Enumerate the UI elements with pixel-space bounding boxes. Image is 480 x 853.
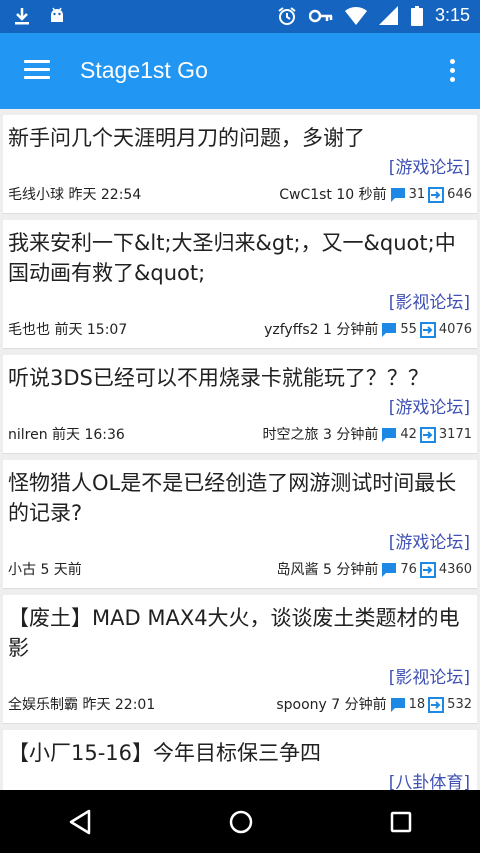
comment-icon bbox=[382, 323, 397, 337]
more-options-icon[interactable] bbox=[450, 59, 456, 86]
thread-list[interactable]: 新手问几个天涯明月刀的问题，多谢了 [游戏论坛] 毛线小球 昨天 22:54 C… bbox=[0, 109, 480, 790]
status-time: 3:15 bbox=[434, 5, 470, 25]
thread-card[interactable]: 【废土】MAD MAX4大火，谈谈废土类题材的电影 [影视论坛] 全娱乐制霸 昨… bbox=[3, 595, 477, 724]
reply-count: 42 bbox=[400, 427, 417, 442]
thread-meta: 小古 5 天前 岛风酱 5 分钟前 76 4360 bbox=[8, 560, 472, 588]
android-icon bbox=[51, 7, 63, 22]
battery-icon bbox=[410, 5, 423, 26]
download-icon bbox=[15, 8, 29, 25]
thread-card[interactable]: 新手问几个天涯明月刀的问题，多谢了 [游戏论坛] 毛线小球 昨天 22:54 C… bbox=[3, 115, 477, 214]
view-count: 3171 bbox=[438, 427, 472, 442]
thread-forum: [游戏论坛] bbox=[388, 158, 470, 178]
view-count: 4076 bbox=[438, 322, 472, 337]
thread-forum: [影视论坛] bbox=[388, 668, 470, 688]
view-icon bbox=[419, 427, 436, 443]
reply-count: 18 bbox=[408, 697, 426, 712]
thread-last-reply: CwC1st 10 秒前 bbox=[279, 187, 387, 203]
menu-icon[interactable] bbox=[24, 60, 50, 80]
comment-icon bbox=[390, 698, 405, 712]
view-icon bbox=[419, 322, 436, 338]
comment-icon bbox=[382, 428, 397, 442]
wifi-icon bbox=[344, 6, 367, 25]
navigation-bar bbox=[0, 790, 480, 853]
thread-card[interactable]: 怪物猎人OL是不是已经创造了网游测试时间最长的记录? [游戏论坛] 小古 5 天… bbox=[3, 460, 477, 589]
thread-meta: 全娱乐制霸 昨天 22:01 spoony 7 分钟前 18 532 bbox=[8, 695, 472, 723]
alarm-icon bbox=[278, 6, 296, 25]
thread-last-reply: yzfyffs2 1 分钟前 bbox=[264, 322, 379, 338]
view-icon bbox=[428, 697, 445, 713]
thread-author-time: nilren 前天 16:36 bbox=[8, 427, 125, 443]
thread-last-reply: 时空之旅 3 分钟前 bbox=[262, 427, 379, 443]
view-icon bbox=[419, 562, 436, 578]
home-icon[interactable] bbox=[228, 809, 254, 835]
thread-meta: nilren 前天 16:36 时空之旅 3 分钟前 42 3171 bbox=[8, 425, 472, 453]
thread-title[interactable]: 新手问几个天涯明月刀的问题，多谢了 bbox=[8, 123, 472, 153]
thread-forum: [八卦体育] bbox=[388, 773, 470, 790]
reply-count: 31 bbox=[408, 187, 426, 202]
view-count: 4360 bbox=[438, 562, 472, 577]
comment-icon bbox=[382, 563, 397, 577]
thread-author-time: 全娱乐制霸 昨天 22:01 bbox=[8, 697, 156, 713]
comment-icon bbox=[390, 188, 405, 202]
thread-meta: 毛线小球 昨天 22:54 CwC1st 10 秒前 31 646 bbox=[8, 185, 472, 213]
thread-title[interactable]: 听说3DS已经可以不用烧录卡就能玩了？？？ bbox=[8, 363, 472, 393]
thread-card[interactable]: 【小厂15-16】今年目标保三争四 [八卦体育] bbox=[3, 730, 477, 790]
view-count: 532 bbox=[447, 697, 472, 712]
thread-card[interactable]: 我来安利一下&lt;大圣归来&gt;，又一&quot;中国动画有救了&quot;… bbox=[3, 220, 477, 349]
thread-last-reply: spoony 7 分钟前 bbox=[276, 697, 387, 713]
thread-last-reply: 岛风酱 5 分钟前 bbox=[276, 562, 379, 578]
thread-forum: [游戏论坛] bbox=[388, 533, 470, 553]
recents-icon[interactable] bbox=[389, 810, 413, 834]
view-icon bbox=[428, 187, 445, 203]
thread-title[interactable]: 怪物猎人OL是不是已经创造了网游测试时间最长的记录? bbox=[8, 468, 472, 528]
thread-author-time: 毛线小球 昨天 22:54 bbox=[8, 187, 142, 203]
reply-count: 55 bbox=[400, 322, 417, 337]
back-icon[interactable] bbox=[67, 808, 93, 836]
reply-count: 76 bbox=[400, 562, 417, 577]
thread-forum: [影视论坛] bbox=[388, 293, 470, 313]
thread-author-time: 毛也也 前天 15:07 bbox=[8, 322, 128, 338]
status-bar: 3:15 bbox=[0, 0, 480, 33]
view-count: 646 bbox=[447, 187, 472, 202]
thread-author-time: 小古 5 天前 bbox=[8, 562, 82, 578]
thread-forum: [游戏论坛] bbox=[388, 398, 470, 418]
vpn-key-icon bbox=[308, 9, 333, 22]
app-title: Stage1st Go bbox=[80, 57, 208, 83]
thread-meta: 毛也也 前天 15:07 yzfyffs2 1 分钟前 55 4076 bbox=[8, 320, 472, 348]
thread-card[interactable]: 听说3DS已经可以不用烧录卡就能玩了？？？ [游戏论坛] nilren 前天 1… bbox=[3, 355, 477, 454]
signal-icon bbox=[378, 5, 398, 25]
app-bar: Stage1st Go bbox=[0, 33, 480, 109]
thread-title[interactable]: 【废土】MAD MAX4大火，谈谈废土类题材的电影 bbox=[8, 603, 472, 663]
thread-title[interactable]: 我来安利一下&lt;大圣归来&gt;，又一&quot;中国动画有救了&quot; bbox=[8, 228, 472, 288]
thread-title[interactable]: 【小厂15-16】今年目标保三争四 bbox=[8, 738, 472, 768]
